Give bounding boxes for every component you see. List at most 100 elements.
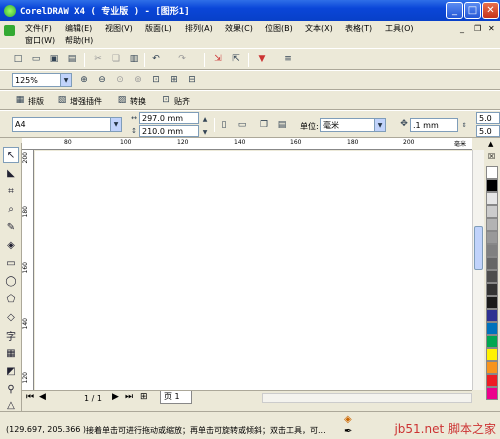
duplicate-x-field[interactable]: 5.0 — [476, 112, 500, 124]
duplicate-y-field[interactable]: 5.0 — [476, 125, 500, 137]
color-swatch[interactable] — [486, 309, 498, 322]
color-swatch[interactable] — [486, 296, 498, 309]
copy-icon[interactable]: ❏ — [110, 53, 122, 65]
doc-restore-icon[interactable]: ❐ — [474, 24, 481, 33]
next-page-icon[interactable]: ▶ — [112, 392, 119, 402]
horizontal-scrollbar[interactable] — [262, 393, 472, 403]
page-width-field[interactable]: 297.0 mm — [139, 112, 199, 124]
interactive-fill-icon[interactable]: ◩ — [3, 363, 19, 379]
color-swatch[interactable] — [486, 361, 498, 374]
polygon-tool-icon[interactable]: ⬠ — [3, 291, 19, 307]
zoom-height-icon[interactable]: ⊟ — [186, 74, 198, 86]
freehand-tool-icon[interactable]: ✎ — [3, 219, 19, 235]
zoom-tool-icon[interactable]: ⌕ — [3, 201, 19, 217]
vertical-scrollbar[interactable] — [472, 150, 484, 390]
menu-window[interactable]: 窗口(W) — [25, 35, 55, 46]
color-swatch[interactable] — [486, 244, 498, 257]
menu-help[interactable]: 帮助(H) — [65, 35, 93, 46]
plugin-enhance-button[interactable]: 增强插件 — [70, 96, 102, 107]
color-swatch[interactable] — [486, 374, 498, 387]
units-select[interactable]: 毫米 ▼ — [320, 118, 386, 132]
zoom-selected-icon[interactable]: ⊙ — [114, 74, 126, 86]
spin-up-icon[interactable]: ▲ — [199, 113, 211, 125]
close-button[interactable]: ✕ — [482, 2, 499, 19]
table-tool-icon[interactable]: ▦ — [3, 345, 19, 361]
zoom-level-select[interactable]: 125% ▼ — [12, 73, 72, 87]
new-file-icon[interactable]: □ — [12, 53, 24, 65]
current-page-icon[interactable]: ▤ — [276, 119, 288, 131]
menu-tools[interactable]: 工具(O) — [385, 23, 414, 34]
welcome-screen-icon[interactable]: ≡ — [282, 53, 294, 65]
text-tool-icon[interactable]: 字 — [3, 327, 19, 343]
maximize-button[interactable]: □ — [464, 2, 481, 19]
application-launcher-icon[interactable]: ▼ — [256, 53, 268, 65]
basic-shapes-icon[interactable]: ◇ — [3, 309, 19, 325]
color-swatch[interactable] — [486, 322, 498, 335]
import-icon[interactable]: ⇲ — [212, 53, 224, 65]
minimize-button[interactable]: _ — [446, 2, 463, 19]
doc-close-icon[interactable]: ✕ — [488, 24, 495, 33]
color-swatch[interactable] — [486, 270, 498, 283]
zoom-all-icon[interactable]: ⊚ — [132, 74, 144, 86]
first-page-icon[interactable]: ⏮ — [26, 392, 34, 402]
color-swatch[interactable] — [486, 166, 498, 179]
horizontal-ruler[interactable]: 80 100 120 140 160 180 200 毫米 — [22, 138, 472, 150]
outline-indicator-icon[interactable]: ✒ — [344, 426, 352, 437]
menu-arrange[interactable]: 排列(A) — [185, 23, 213, 34]
rectangle-tool-icon[interactable]: ▭ — [3, 255, 19, 271]
paste-icon[interactable]: ▥ — [128, 53, 140, 65]
eyedropper-tool-icon[interactable]: ⚲ — [3, 381, 19, 397]
no-fill-icon[interactable]: ☒ — [488, 152, 495, 161]
menu-table[interactable]: 表格(T) — [345, 23, 372, 34]
nudge-distance-field[interactable]: .1 mm — [410, 118, 458, 132]
open-file-icon[interactable]: ▭ — [30, 53, 42, 65]
color-swatch[interactable] — [486, 179, 498, 192]
menu-edit[interactable]: 编辑(E) — [65, 23, 92, 34]
page-tab[interactable]: 页 1 — [160, 391, 192, 404]
color-swatch[interactable] — [486, 283, 498, 296]
zoom-in-icon[interactable]: ⊕ — [78, 74, 90, 86]
menu-view[interactable]: 视图(V) — [105, 23, 133, 34]
shape-tool-icon[interactable]: ◣ — [3, 165, 19, 181]
color-swatch[interactable] — [486, 205, 498, 218]
zoom-page-icon[interactable]: ⊡ — [150, 74, 162, 86]
pick-tool-icon[interactable]: ↖ — [3, 147, 19, 163]
palette-arrow-up-icon[interactable]: ▲ — [488, 140, 493, 148]
zoom-width-icon[interactable]: ⊞ — [168, 74, 180, 86]
color-swatch[interactable] — [486, 218, 498, 231]
landscape-icon[interactable]: ▭ — [236, 119, 248, 131]
crop-tool-icon[interactable]: ⌗ — [3, 183, 19, 199]
scrollbar-thumb[interactable] — [474, 226, 483, 270]
vertical-ruler[interactable]: 200 180 160 140 120 — [22, 150, 34, 390]
save-icon[interactable]: ▣ — [48, 53, 60, 65]
color-swatch[interactable] — [486, 387, 498, 400]
redo-icon[interactable]: ↷ — [176, 53, 188, 65]
menu-bitmap[interactable]: 位图(B) — [265, 23, 293, 34]
color-swatch[interactable] — [486, 335, 498, 348]
plugin-convert-button[interactable]: 转换 — [130, 96, 146, 107]
add-page-icon[interactable]: ⊞ — [140, 392, 148, 402]
spin-down-icon[interactable]: ▼ — [199, 126, 211, 138]
page-height-field[interactable]: 210.0 mm — [139, 125, 199, 137]
menu-layout[interactable]: 版面(L) — [145, 23, 172, 34]
plugin-layout-button[interactable]: 排版 — [28, 96, 44, 107]
color-swatch[interactable] — [486, 257, 498, 270]
portrait-icon[interactable]: ▯ — [218, 119, 230, 131]
undo-icon[interactable]: ↶ — [150, 53, 162, 65]
color-swatch[interactable] — [486, 231, 498, 244]
smart-fill-icon[interactable]: ◈ — [3, 237, 19, 253]
drawing-canvas[interactable] — [35, 151, 472, 390]
export-icon[interactable]: ⇱ — [230, 53, 242, 65]
menu-text[interactable]: 文本(X) — [305, 23, 333, 34]
plugin-align-button[interactable]: 贴齐 — [174, 96, 190, 107]
paper-size-select[interactable]: A4 ▼ — [12, 117, 122, 132]
zoom-out-icon[interactable]: ⊖ — [96, 74, 108, 86]
menu-file[interactable]: 文件(F) — [25, 23, 52, 34]
color-swatch[interactable] — [486, 192, 498, 205]
prev-page-icon[interactable]: ◀ — [39, 392, 46, 402]
color-swatch[interactable] — [486, 348, 498, 361]
last-page-icon[interactable]: ⏭ — [125, 392, 133, 402]
ellipse-tool-icon[interactable]: ◯ — [3, 273, 19, 289]
fill-indicator-icon[interactable]: ◈ — [344, 414, 352, 425]
all-pages-icon[interactable]: ❐ — [258, 119, 270, 131]
